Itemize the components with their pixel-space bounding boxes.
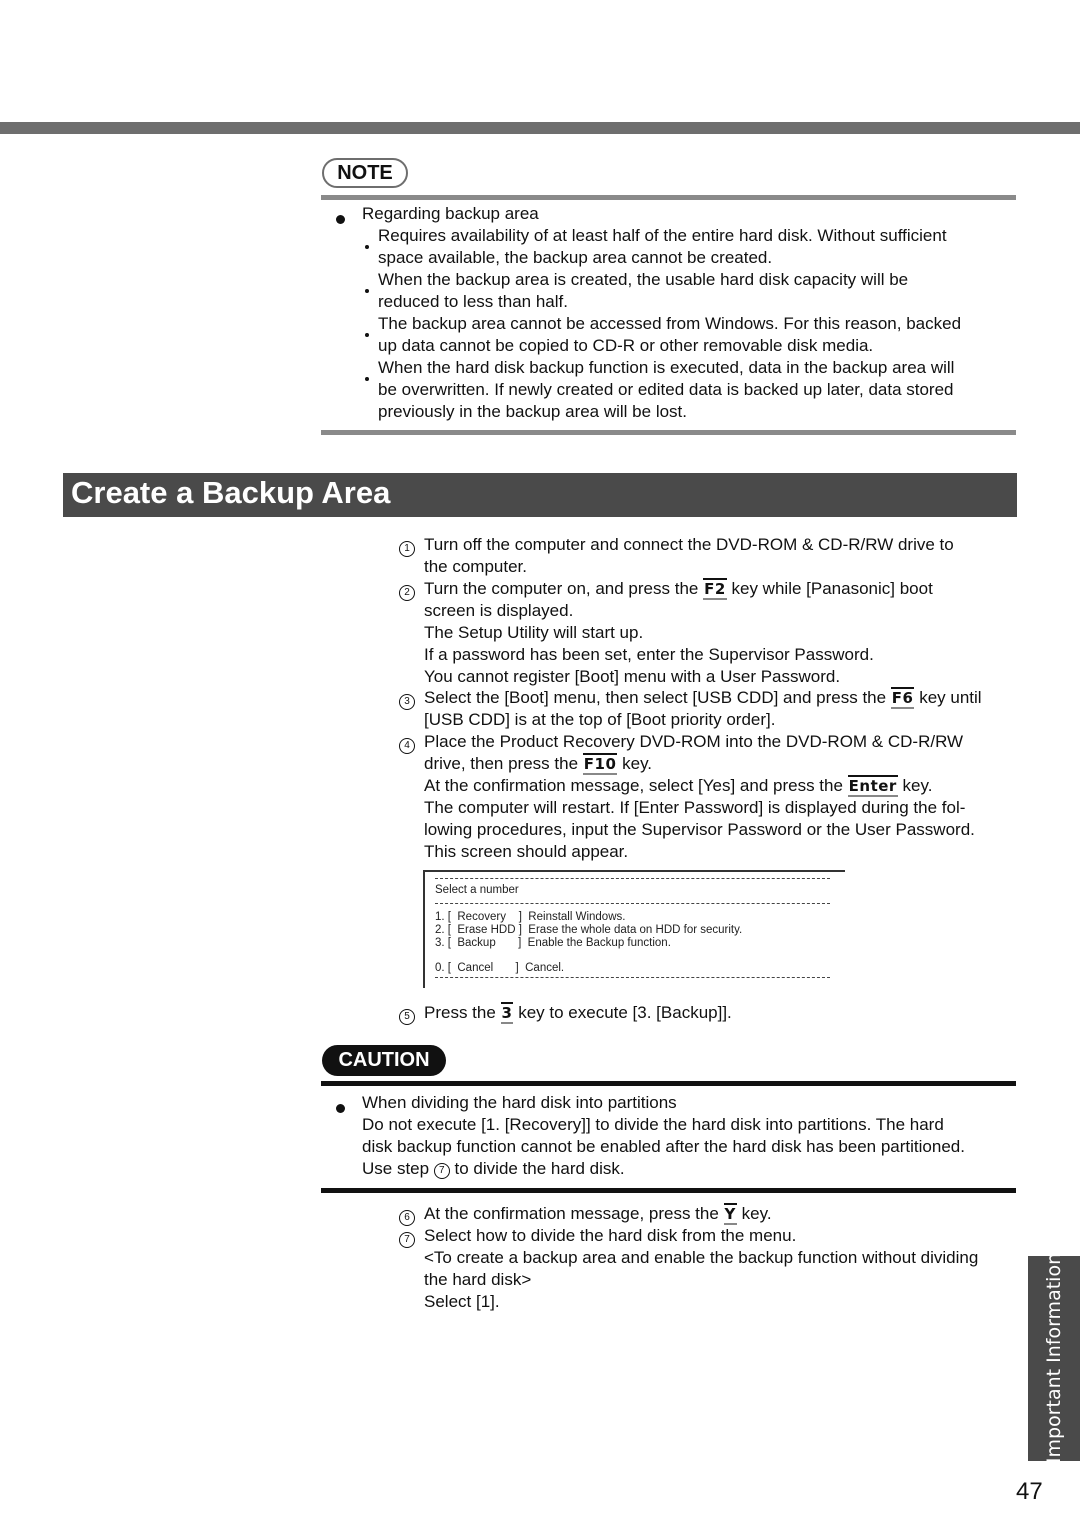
y-key-icon: Y xyxy=(723,1203,737,1225)
note-item: The backup area cannot be accessed from … xyxy=(378,314,962,333)
screen-title: Select a number xyxy=(435,884,519,896)
menu-option: 0. [ Cancel ] Cancel. xyxy=(435,962,565,974)
dot-icon xyxy=(365,366,369,386)
note-item: space available, the backup area cannot … xyxy=(378,248,773,267)
divider xyxy=(321,1188,1016,1193)
step-text: The computer will restart. If [Enter Pas… xyxy=(424,798,966,817)
step-text: If a password has been set, enter the Su… xyxy=(424,645,874,664)
divider xyxy=(321,1081,1016,1086)
step-text: At the confirmation message, select [Yes… xyxy=(424,775,933,797)
step-text: screen is displayed. xyxy=(424,601,574,620)
step-text: This screen should appear. xyxy=(424,842,629,861)
note-badge: NOTE xyxy=(322,158,408,188)
step-text: You cannot register [Boot] menu with a U… xyxy=(424,667,841,686)
note-item: previously in the backup area will be lo… xyxy=(378,402,687,421)
step-number-icon: 3 xyxy=(399,690,415,710)
step-text: [USB CDD] is at the top of [Boot priorit… xyxy=(424,710,776,729)
side-tab: Important Information xyxy=(1028,1252,1080,1464)
step-number-icon: 4 xyxy=(399,734,415,754)
caution-badge: CAUTION xyxy=(322,1045,446,1076)
menu-option: 3. [ Backup ] Enable the Backup function… xyxy=(435,937,671,949)
note-item: be overwritten. If newly created or edit… xyxy=(378,380,954,399)
page-number: 47 xyxy=(1016,1478,1043,1505)
step-text: the computer. xyxy=(424,557,528,576)
step-text: Select [1]. xyxy=(424,1292,500,1311)
note-item: When the backup area is created, the usa… xyxy=(378,270,909,289)
menu-option: 2. [ Erase HDD ] Erase the whole data on… xyxy=(435,924,743,936)
menu-option: 1. [ Recovery ] Reinstall Windows. xyxy=(435,911,626,923)
bullet-icon xyxy=(336,1098,345,1118)
step-text: drive, then press the F10 key. xyxy=(424,753,653,775)
divider xyxy=(321,430,1016,435)
dot-icon xyxy=(365,322,369,342)
step-text: lowing procedures, input the Supervisor … xyxy=(424,820,975,839)
note-item: up data cannot be copied to CD-R or othe… xyxy=(378,336,874,355)
step-number-icon: 7 xyxy=(399,1228,415,1248)
step-text: Press the 3 key to execute [3. [Backup]]… xyxy=(424,1002,732,1024)
divider xyxy=(435,878,830,879)
step-text: the hard disk> xyxy=(424,1270,532,1289)
divider xyxy=(435,977,830,978)
note-item: When the hard disk backup function is ex… xyxy=(378,358,955,377)
header-bar xyxy=(0,122,1080,134)
boot-menu-screen: Select a number 1. [ Recovery ] Reinstal… xyxy=(423,870,845,988)
f2-key-icon: F2 xyxy=(703,578,727,600)
step-number-icon: 7 xyxy=(433,1163,450,1179)
caution-text: disk backup function cannot be enabled a… xyxy=(362,1137,965,1156)
f10-key-icon: F10 xyxy=(582,753,618,775)
step-number-icon: 6 xyxy=(399,1206,415,1226)
side-tab-label: Important Information xyxy=(1043,1252,1065,1464)
step-text: Turn off the computer and connect the DV… xyxy=(424,535,954,554)
step-text: Turn the computer on, and press the F2 k… xyxy=(424,578,933,600)
divider xyxy=(321,195,1016,200)
step-text: Select how to divide the hard disk from … xyxy=(424,1226,797,1245)
step-text: Select the [Boot] menu, then select [USB… xyxy=(424,687,982,709)
note-item: reduced to less than half. xyxy=(378,292,568,311)
step-number-icon: 5 xyxy=(399,1005,415,1025)
step-number-icon: 2 xyxy=(399,581,415,601)
caution-heading: When dividing the hard disk into partiti… xyxy=(362,1093,677,1112)
divider xyxy=(435,903,830,904)
step-text: <To create a backup area and enable the … xyxy=(424,1248,979,1267)
enter-key-icon: Enter xyxy=(847,775,898,797)
f6-key-icon: F6 xyxy=(890,687,915,709)
caution-text: Use step 7 to divide the hard disk. xyxy=(362,1159,625,1179)
step-text: Place the Product Recovery DVD-ROM into … xyxy=(424,732,964,751)
step-text: The Setup Utility will start up. xyxy=(424,623,644,642)
note-item: Requires availability of at least half o… xyxy=(378,226,947,245)
step-text: At the confirmation message, press the Y… xyxy=(424,1203,772,1225)
note-heading: Regarding backup area xyxy=(362,204,539,223)
dot-icon xyxy=(365,234,369,254)
caution-text: Do not execute [1. [Recovery]] to divide… xyxy=(362,1115,944,1134)
step-number-icon: 1 xyxy=(399,537,415,557)
section-title: Create a Backup Area xyxy=(63,473,1017,517)
bullet-icon xyxy=(336,209,345,229)
dot-icon xyxy=(365,278,369,298)
3-key-icon: 3 xyxy=(500,1002,514,1024)
